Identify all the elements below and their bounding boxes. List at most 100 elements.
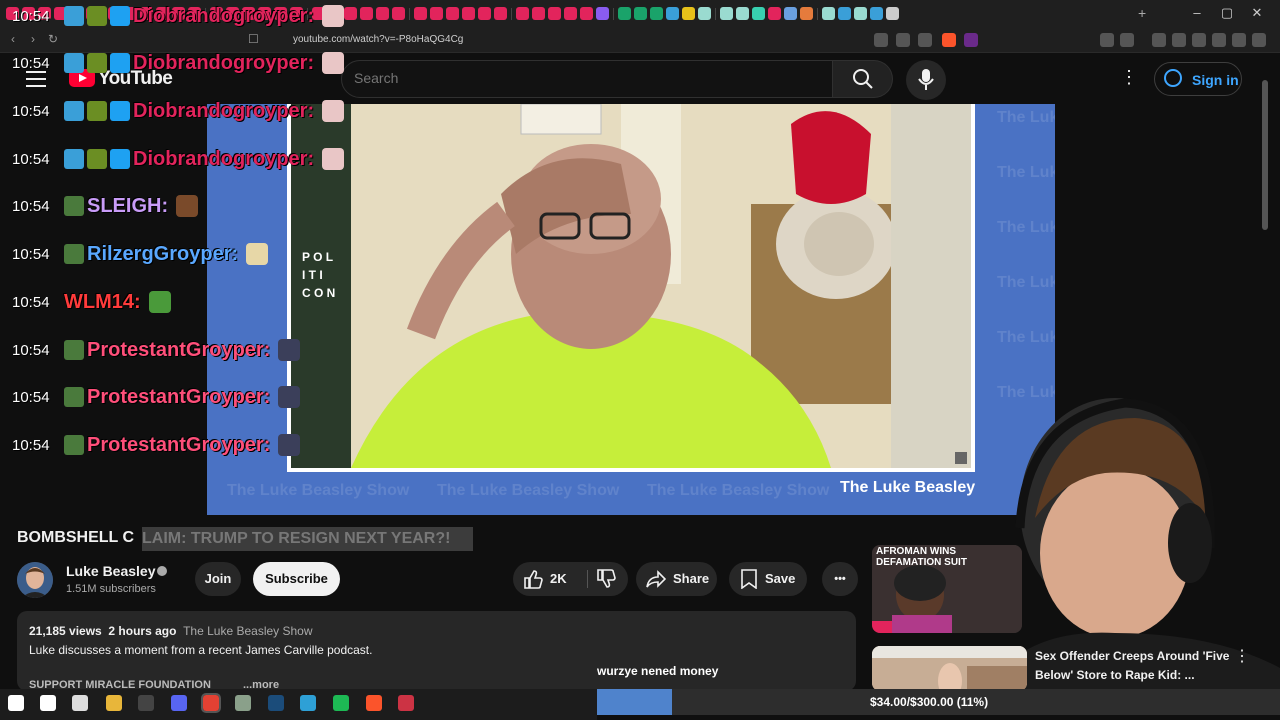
reading-list-icon[interactable] [1172, 33, 1186, 47]
obs-icon[interactable] [138, 695, 154, 711]
browser-tab-favicon[interactable] [392, 7, 405, 20]
browser-tab-favicon[interactable] [414, 7, 427, 20]
spotify-icon[interactable] [333, 695, 349, 711]
browser-tab-favicon[interactable] [870, 7, 883, 20]
dislike-button[interactable] [589, 562, 627, 596]
brave-shield-icon[interactable] [942, 33, 956, 47]
browser-tab-favicon[interactable] [800, 7, 813, 20]
chat-emote-icon [322, 52, 345, 74]
browser-tab-favicon[interactable] [532, 7, 545, 20]
browser-tab-favicon[interactable] [838, 7, 851, 20]
vpn-icon[interactable] [1232, 33, 1246, 47]
subscribe-button[interactable]: Subscribe [253, 562, 340, 596]
join-button[interactable]: Join [195, 562, 241, 596]
zoom-icon[interactable] [896, 33, 910, 47]
browser-tab-favicon[interactable] [784, 7, 797, 20]
channel-name[interactable]: Luke Beasley [66, 563, 156, 579]
settings-kebab-icon[interactable]: ⋮ [1120, 67, 1138, 88]
browser-tab-favicon[interactable] [720, 7, 733, 20]
search-icon[interactable] [40, 695, 56, 711]
browser-tab-favicon[interactable] [822, 7, 835, 20]
sign-in-button[interactable]: Sign in [1154, 62, 1242, 96]
browser-tab-favicon[interactable] [548, 7, 561, 20]
browser-tab-favicon[interactable] [682, 7, 695, 20]
watermark: The Luke Beasley Show [437, 482, 620, 499]
chat-timestamp: 10:54 [12, 197, 50, 215]
back-icon[interactable]: ‹ [11, 32, 15, 46]
browser-tab-favicon[interactable] [768, 7, 781, 20]
browser-tab-favicon[interactable] [596, 7, 609, 20]
video-title: BOMBSHELL C [17, 529, 135, 546]
discord-icon[interactable] [171, 695, 187, 711]
close-window-button[interactable]: ✕ [1247, 5, 1267, 21]
browser-tab-favicon[interactable] [736, 7, 749, 20]
task-view-icon[interactable] [72, 695, 88, 711]
chat-emote-icon [322, 100, 345, 122]
share-button[interactable]: Share [636, 562, 717, 596]
page-scrollbar[interactable] [1262, 80, 1268, 230]
browser-tab-favicon[interactable] [344, 7, 357, 20]
recommended-more-icon[interactable]: ⋮ [1234, 646, 1250, 666]
browser-tab-favicon[interactable] [494, 7, 507, 20]
recommended-thumbnail[interactable] [872, 646, 1027, 691]
browser-tab-favicon[interactable] [430, 7, 443, 20]
extensions-icon[interactable] [1100, 33, 1114, 47]
microphone-icon [918, 69, 934, 90]
leo-icon[interactable] [1212, 33, 1226, 47]
browser-tab-favicon[interactable] [698, 7, 711, 20]
browser-tab-favicon[interactable] [666, 7, 679, 20]
wallet-icon[interactable] [1192, 33, 1206, 47]
chat-emote-icon [246, 243, 269, 265]
browser-tab-favicon[interactable] [580, 7, 593, 20]
browser-tab-favicon[interactable] [462, 7, 475, 20]
browser-tab-favicon[interactable] [376, 7, 389, 20]
channel-avatar[interactable] [17, 562, 53, 598]
forward-icon[interactable]: › [31, 32, 35, 46]
voice-search-button[interactable] [906, 60, 946, 100]
browser-tab-favicon[interactable] [516, 7, 529, 20]
like-button[interactable]: 2K [513, 562, 585, 596]
url-text[interactable]: youtube.com/watch?v=-P8oHaQG4Cg [293, 34, 463, 45]
edge-icon[interactable] [300, 695, 316, 711]
chat-timestamp: 10:54 [12, 293, 50, 311]
minimize-button[interactable]: – [1187, 5, 1207, 20]
save-button[interactable]: Save [729, 562, 807, 596]
chrome-icon[interactable] [201, 693, 221, 713]
reload-icon[interactable]: ↻ [48, 32, 58, 46]
browser-tab-favicon[interactable] [634, 7, 647, 20]
cast-icon[interactable] [874, 33, 888, 47]
bookmark-icon[interactable]: ☐ [248, 32, 259, 46]
browser-tab-favicon[interactable] [446, 7, 459, 20]
avatar-image [17, 562, 53, 598]
recommended-thumbnail-text: AFROMAN WINS DEFAMATION SUIT [876, 546, 967, 568]
chatterino-icon[interactable] [398, 695, 414, 711]
sidebar-icon[interactable] [1120, 33, 1134, 47]
new-tab-button[interactable]: + [1138, 5, 1146, 21]
browser-tab-favicon[interactable] [650, 7, 663, 20]
description-channel-link[interactable]: The Luke Beasley Show [183, 624, 312, 638]
file-explorer-icon[interactable] [106, 695, 122, 711]
browser-tab-favicon[interactable] [360, 7, 373, 20]
browser-tab-favicon[interactable] [886, 7, 899, 20]
recommended-video-title[interactable]: Sex Offender Creeps Around 'Five Below' … [1035, 647, 1235, 685]
search-input[interactable] [352, 69, 826, 87]
share-page-icon[interactable] [918, 33, 932, 47]
maximize-button[interactable]: ▢ [1217, 5, 1237, 21]
rewards-icon[interactable] [964, 33, 978, 47]
browser-tab-favicon[interactable] [478, 7, 491, 20]
donation-progress-fill [597, 689, 672, 715]
steam-icon[interactable] [268, 695, 284, 711]
search-button[interactable] [833, 60, 893, 98]
more-actions-button[interactable]: ••• [822, 562, 858, 596]
watermark: The Luke Beasley Show [997, 274, 1055, 291]
brave-icon[interactable] [366, 695, 382, 711]
app-icon[interactable] [235, 695, 251, 711]
media-icon[interactable] [1152, 33, 1166, 47]
windows-start-icon[interactable] [8, 695, 24, 711]
browser-tab-favicon[interactable] [618, 7, 631, 20]
browser-tab-favicon[interactable] [752, 7, 765, 20]
menu-icon[interactable] [1252, 33, 1266, 47]
browser-tab-favicon[interactable] [564, 7, 577, 20]
browser-tab-favicon[interactable] [854, 7, 867, 20]
chat-username: Diobrandogroyper: [133, 4, 315, 27]
